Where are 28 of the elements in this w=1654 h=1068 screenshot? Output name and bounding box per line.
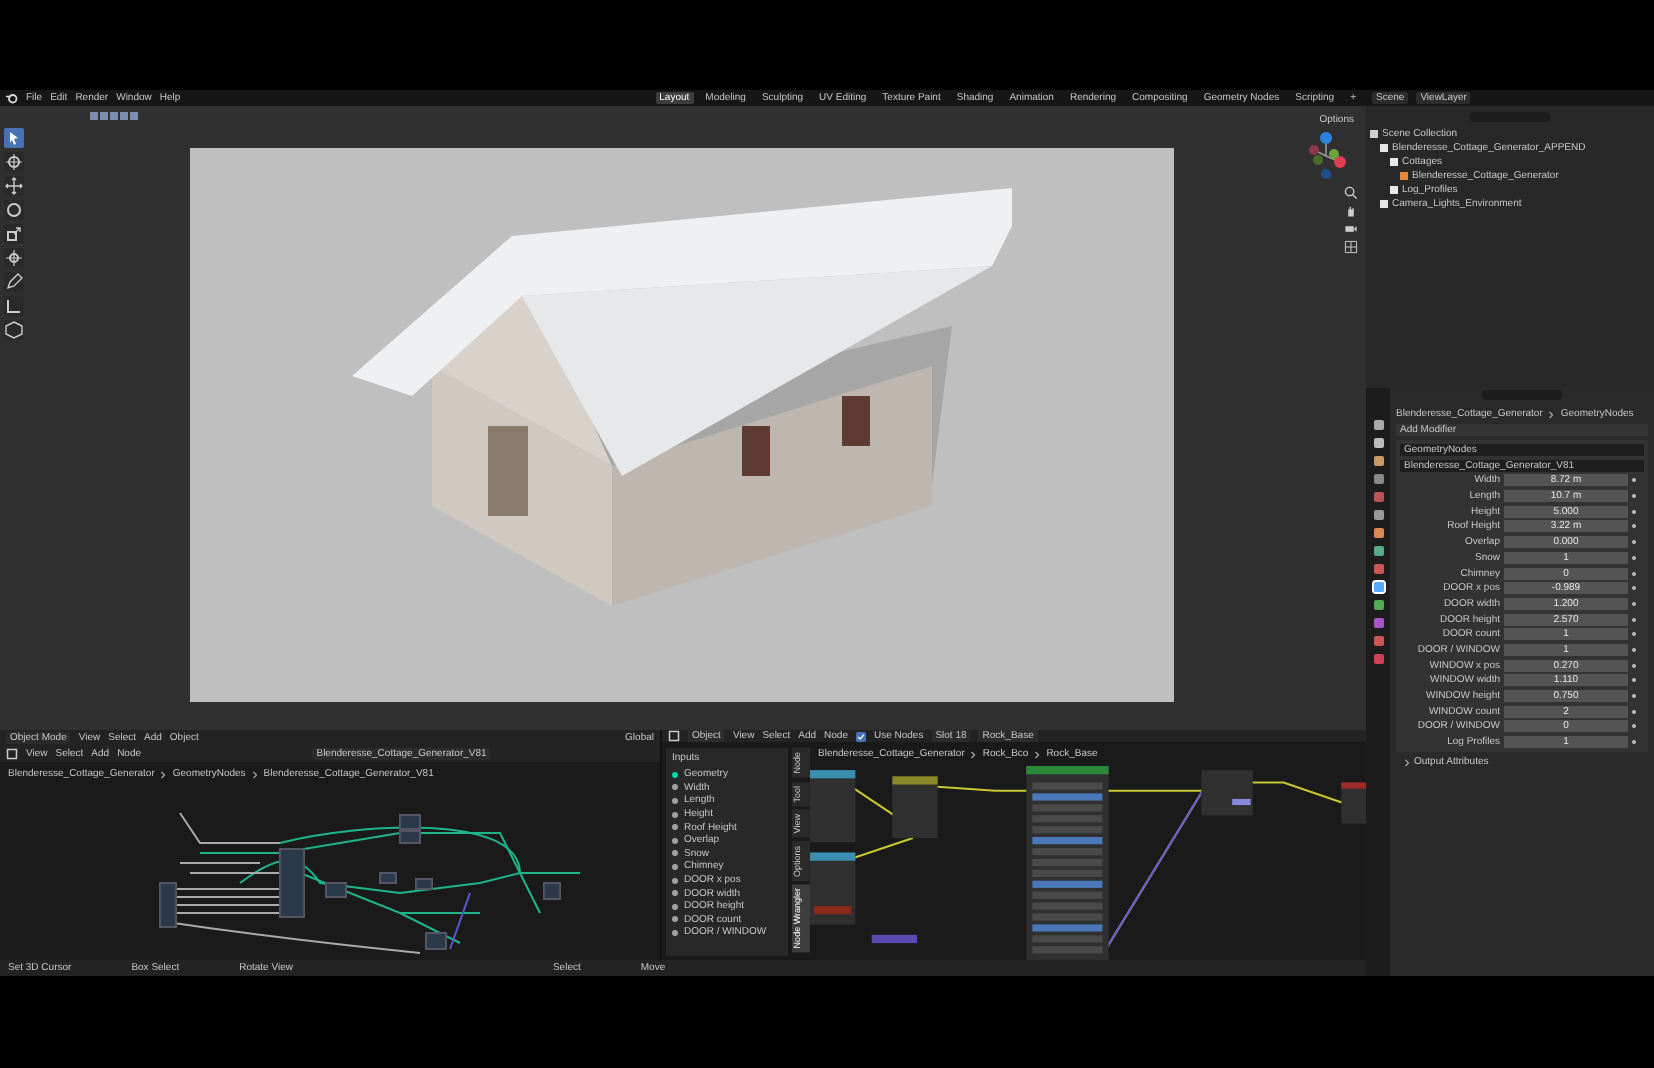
node-box[interactable]	[279, 848, 305, 918]
crosshair-icon[interactable]	[4, 152, 24, 172]
pencil-icon[interactable]	[4, 272, 24, 292]
grid-icon[interactable]	[1344, 240, 1358, 254]
chevron-icon	[970, 749, 977, 759]
zoom-icon[interactable]	[1344, 186, 1358, 200]
rotate-icon[interactable]	[4, 200, 24, 220]
node-box[interactable]	[379, 872, 397, 884]
node-box[interactable]	[399, 814, 421, 830]
select-box-icon[interactable]	[4, 128, 24, 148]
node-box[interactable]	[159, 882, 177, 928]
chevron-icon[interactable]	[1404, 757, 1410, 768]
node-box[interactable]	[399, 830, 421, 844]
node-box[interactable]	[425, 932, 447, 950]
node-box[interactable]	[415, 878, 433, 890]
select-mode-icons[interactable]	[90, 111, 138, 119]
transform-icon[interactable]	[4, 248, 24, 268]
chevron-icon	[1548, 409, 1555, 419]
chevron-icon	[251, 769, 258, 779]
editor-type-icon[interactable]	[6, 748, 18, 760]
node-box[interactable]	[543, 882, 561, 900]
chevron-icon	[160, 769, 167, 779]
scale-icon[interactable]	[4, 224, 24, 244]
node-box[interactable]	[325, 882, 347, 898]
chevron-icon	[1034, 749, 1041, 759]
use-nodes-checkbox[interactable]	[855, 731, 866, 741]
editor-type-icon[interactable]	[668, 730, 680, 742]
move-arrows-icon[interactable]	[4, 176, 24, 196]
